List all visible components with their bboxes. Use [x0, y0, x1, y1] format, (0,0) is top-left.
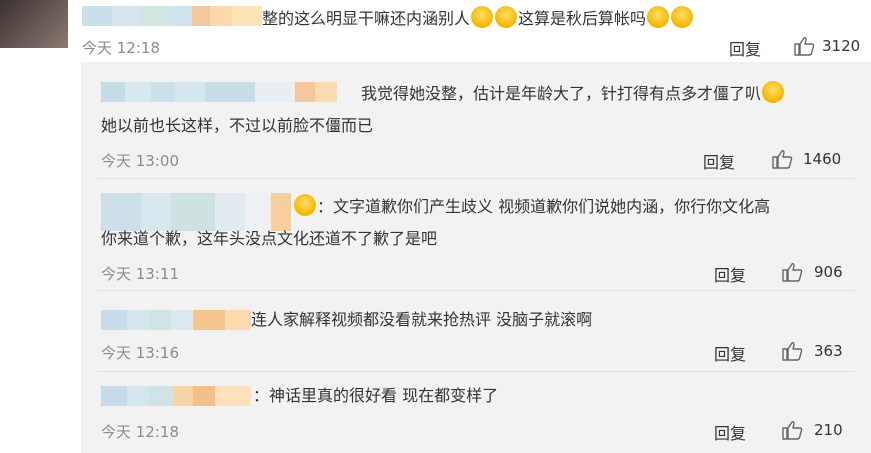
- thumbs-up-icon[interactable]: [793, 36, 815, 56]
- reply-text-line2: 她以前也长这样，不过以前脸不僵而已: [101, 116, 374, 135]
- laughing-emoji-icon: [471, 6, 494, 28]
- comment-time: 今天 12:18: [82, 39, 160, 57]
- like-count: 906: [814, 263, 843, 281]
- replies-panel: 我觉得她没整，估计是年龄大了，针打得有点多才僵了叭 她以前也长这样，不过以前脸不…: [81, 62, 871, 453]
- like-count: 3120: [822, 37, 861, 55]
- top-comment-text: 整的这么明显干嘛还内涵别人 这算是秋后算帐吗: [262, 5, 694, 29]
- reply-item: 我觉得她没整，估计是年龄大了，针打得有点多才僵了叭 她以前也长这样，不过以前脸不…: [81, 62, 871, 178]
- thumbs-up-icon[interactable]: [781, 262, 803, 282]
- avatar[interactable]: [0, 0, 68, 48]
- reply-item: ：神话里真的很好看 现在都变样了 今天 12:18 回复 210: [81, 372, 871, 453]
- thumbs-up-icon[interactable]: [781, 420, 803, 440]
- username-blurred[interactable]: [82, 6, 262, 26]
- reply-item: 连人家解释视频都没看就来抢热评 没脑子就滚啊 今天 13:16 回复 363: [81, 291, 871, 371]
- thumbs-up-icon[interactable]: [771, 149, 793, 169]
- reply-button[interactable]: 回复: [714, 420, 746, 444]
- laughing-emoji-icon: [647, 6, 670, 28]
- username-blurred[interactable]: [101, 386, 251, 406]
- reply-item: ：文字道歉你们产生歧义 视频道歉你们说她内涵，你行你文化高 你来道个歉，这年头没…: [81, 179, 871, 289]
- reply-time: 今天 13:16: [101, 344, 179, 362]
- thinking-emoji-icon: [294, 194, 316, 216]
- laughing-emoji-icon: [762, 81, 785, 103]
- like-count: 1460: [803, 150, 842, 168]
- reply-button[interactable]: 回复: [729, 36, 761, 60]
- reply-text: 我觉得她没整，估计是年龄大了，针打得有点多才僵了叭: [361, 80, 785, 108]
- reply-time: 今天 12:18: [101, 423, 179, 441]
- top-comment-text-part2: 这算是秋后算帐吗: [518, 9, 647, 28]
- reply-time: 今天 13:11: [101, 265, 179, 283]
- laughing-emoji-icon: [671, 6, 694, 28]
- reply-text: ：神话里真的很好看 现在都变样了: [253, 386, 499, 405]
- username-blurred[interactable]: [101, 310, 251, 330]
- like-count: 363: [814, 342, 843, 360]
- reply-button[interactable]: 回复: [714, 341, 746, 365]
- like-count: 210: [814, 421, 843, 439]
- reply-button[interactable]: 回复: [714, 262, 746, 286]
- reply-time: 今天 13:00: [101, 152, 179, 170]
- laughing-emoji-icon: [495, 6, 518, 28]
- reply-button[interactable]: 回复: [703, 149, 735, 173]
- reply-text-line2: 你来道个歉，这年头没点文化还道不了歉了是吧: [101, 229, 438, 248]
- reply-text: ：文字道歉你们产生歧义 视频道歉你们说她内涵，你行你文化高: [293, 193, 770, 221]
- username-blurred[interactable]: [101, 82, 363, 102]
- thumbs-up-icon[interactable]: [781, 341, 803, 361]
- reply-text: 连人家解释视频都没看就来抢热评 没脑子就滚啊: [251, 310, 593, 329]
- top-comment-text-part1: 整的这么明显干嘛还内涵别人: [262, 9, 471, 28]
